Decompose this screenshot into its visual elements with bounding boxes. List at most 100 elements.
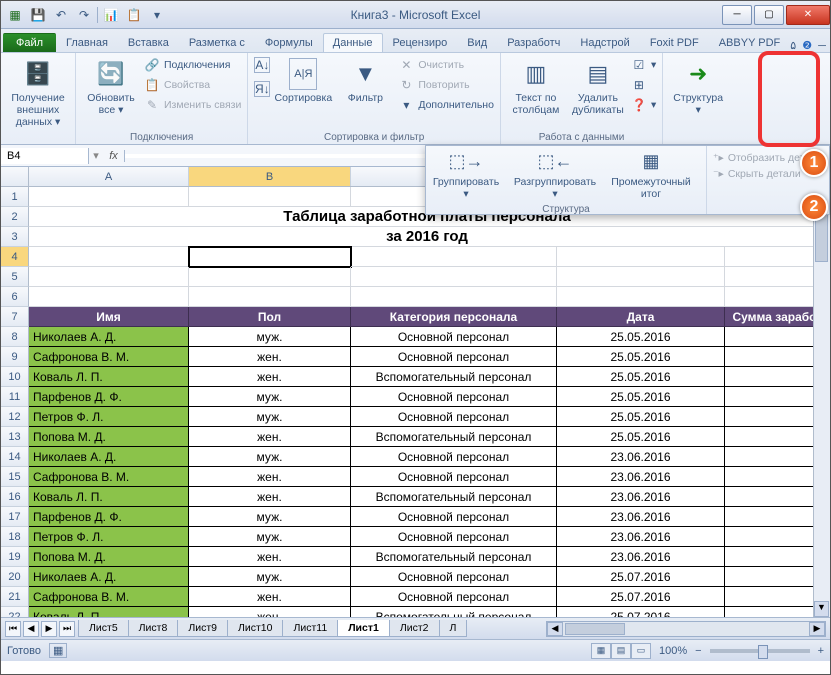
cell[interactable]: Николаев А. Д. xyxy=(29,327,189,347)
sheet-tab[interactable]: Лист10 xyxy=(227,620,284,637)
cell[interactable] xyxy=(725,287,825,307)
filter-button[interactable]: ▼ Фильтр xyxy=(336,56,394,106)
row-header[interactable]: 16 xyxy=(1,487,29,507)
row-header[interactable]: 19 xyxy=(1,547,29,567)
sheet-tab[interactable]: Лист2 xyxy=(389,620,440,637)
mdi-minimize-icon[interactable]: ─ xyxy=(818,40,826,52)
cell[interactable] xyxy=(29,247,189,267)
cell[interactable]: жен. xyxy=(189,347,351,367)
zoom-out-button[interactable]: − xyxy=(695,645,701,657)
tab-file[interactable]: Файл xyxy=(3,33,56,52)
cell[interactable]: 25.05.2016 xyxy=(557,407,725,427)
cell[interactable]: Попова М. Д. xyxy=(29,547,189,567)
cell[interactable]: муж. xyxy=(189,387,351,407)
tab-Foxit PDF[interactable]: Foxit PDF xyxy=(640,33,709,52)
cell[interactable]: Основной персонал xyxy=(351,527,557,547)
row-header[interactable]: 22 xyxy=(1,607,29,617)
row-header[interactable]: 12 xyxy=(1,407,29,427)
name-box[interactable]: B4 xyxy=(1,148,89,164)
cell[interactable]: Сафронова В. М. xyxy=(29,467,189,487)
cell[interactable]: муж. xyxy=(189,327,351,347)
cell[interactable]: Вспомогательный персонал xyxy=(351,367,557,387)
cell[interactable]: муж. xyxy=(189,567,351,587)
get-external-data-button[interactable]: 🗄️ Получение внешних данных ▾ xyxy=(7,56,69,130)
table-header[interactable]: Дата xyxy=(557,307,725,327)
cell[interactable]: 1 xyxy=(725,467,825,487)
cell[interactable]: 2 xyxy=(725,567,825,587)
sheet-tab[interactable]: Лист5 xyxy=(78,620,129,637)
macro-record-icon[interactable]: ▦ xyxy=(49,643,67,658)
zoom-in-button[interactable]: + xyxy=(818,645,824,657)
cell[interactable] xyxy=(189,247,351,267)
cell[interactable] xyxy=(725,487,825,507)
cell[interactable]: 1 xyxy=(725,407,825,427)
table-header[interactable]: Пол xyxy=(189,307,351,327)
cell[interactable]: 25.05.2016 xyxy=(557,327,725,347)
cell[interactable]: 25.07.2016 xyxy=(557,567,725,587)
cell[interactable]: Вспомогательный персонал xyxy=(351,487,557,507)
whatif-button[interactable]: ❓▾ xyxy=(631,96,656,114)
zoom-slider[interactable] xyxy=(710,649,810,653)
sheet-tab[interactable]: Л xyxy=(439,620,468,637)
cell[interactable]: 1 xyxy=(725,527,825,547)
cell[interactable]: 2 xyxy=(725,327,825,347)
undo-button[interactable]: ↶ xyxy=(51,5,71,25)
remove-duplicates-button[interactable]: ▤ Удалить дубликаты xyxy=(569,56,627,118)
tab-Надстрой[interactable]: Надстрой xyxy=(570,33,639,52)
cell[interactable]: Основной персонал xyxy=(351,327,557,347)
row-header[interactable]: 9 xyxy=(1,347,29,367)
row-header[interactable]: 2 xyxy=(1,207,29,227)
row-header[interactable]: 6 xyxy=(1,287,29,307)
tab-Рецензиро[interactable]: Рецензиро xyxy=(383,33,458,52)
cell[interactable]: 23.06.2016 xyxy=(557,547,725,567)
row-header[interactable]: 7 xyxy=(1,307,29,327)
hscroll-left-button[interactable]: ◀ xyxy=(547,622,563,636)
sheet-nav-next[interactable]: ▶ xyxy=(41,621,57,637)
cell[interactable]: Петров Ф. Л. xyxy=(29,527,189,547)
row-header[interactable]: 8 xyxy=(1,327,29,347)
connections-button[interactable]: 🔗Подключения xyxy=(144,56,241,74)
cell[interactable]: Сафронова В. М. xyxy=(29,347,189,367)
cell[interactable]: Николаев А. Д. xyxy=(29,567,189,587)
redo-button[interactable]: ↷ xyxy=(74,5,94,25)
cell[interactable] xyxy=(725,267,825,287)
cell[interactable]: 1 xyxy=(725,347,825,367)
cell[interactable]: 3 xyxy=(725,387,825,407)
cell[interactable]: Попова М. Д. xyxy=(29,427,189,447)
row-header[interactable]: 3 xyxy=(1,227,29,247)
cell[interactable]: жен. xyxy=(189,487,351,507)
subtitle-cell[interactable]: за 2016 год xyxy=(29,227,825,247)
table-header[interactable]: Категория персонала xyxy=(351,307,557,327)
save-button[interactable]: 💾 xyxy=(28,5,48,25)
tab-Разметка с[interactable]: Разметка с xyxy=(179,33,255,52)
cell[interactable]: муж. xyxy=(189,447,351,467)
qat-customize-button[interactable]: ▾ xyxy=(147,5,167,25)
cell[interactable]: Основной персонал xyxy=(351,587,557,607)
spreadsheet-grid[interactable]: ABCDE 12Таблица заработной платы персона… xyxy=(1,167,830,617)
cell[interactable]: 23.06.2016 xyxy=(557,487,725,507)
cell[interactable]: Основной персонал xyxy=(351,387,557,407)
structure-button[interactable]: ➜ Структура ▾ xyxy=(669,56,727,118)
cell[interactable]: жен. xyxy=(189,367,351,387)
row-header[interactable]: 11 xyxy=(1,387,29,407)
row-header[interactable]: 4 xyxy=(1,247,29,267)
cell[interactable]: жен. xyxy=(189,427,351,447)
close-button[interactable]: ✕ xyxy=(786,5,830,25)
cell[interactable]: 23.06.2016 xyxy=(557,507,725,527)
scroll-down-button[interactable]: ▼ xyxy=(814,601,829,617)
cell[interactable]: Николаев А. Д. xyxy=(29,447,189,467)
cell[interactable]: Вспомогательный персонал xyxy=(351,607,557,617)
cell[interactable]: жен. xyxy=(189,607,351,617)
horizontal-scrollbar[interactable]: ◀ ▶ xyxy=(546,621,826,637)
ribbon-minimize-icon[interactable]: ۵ xyxy=(790,39,796,52)
refresh-all-button[interactable]: 🔄 Обновить все ▾ xyxy=(82,56,140,118)
cell[interactable]: Парфенов Д. Ф. xyxy=(29,387,189,407)
zoom-level[interactable]: 100% xyxy=(659,645,687,657)
sort-button[interactable]: А|Я Сортировка xyxy=(274,56,332,106)
text-to-columns-button[interactable]: ▥ Текст по столбцам xyxy=(507,56,565,118)
help-icon[interactable]: ❷ xyxy=(802,39,812,52)
sort-az-button[interactable]: А↓ xyxy=(254,56,270,74)
data-validation-button[interactable]: ☑▾ xyxy=(631,56,656,74)
cell[interactable]: 1 xyxy=(725,587,825,607)
sort-za-button[interactable]: Я↓ xyxy=(254,80,270,98)
